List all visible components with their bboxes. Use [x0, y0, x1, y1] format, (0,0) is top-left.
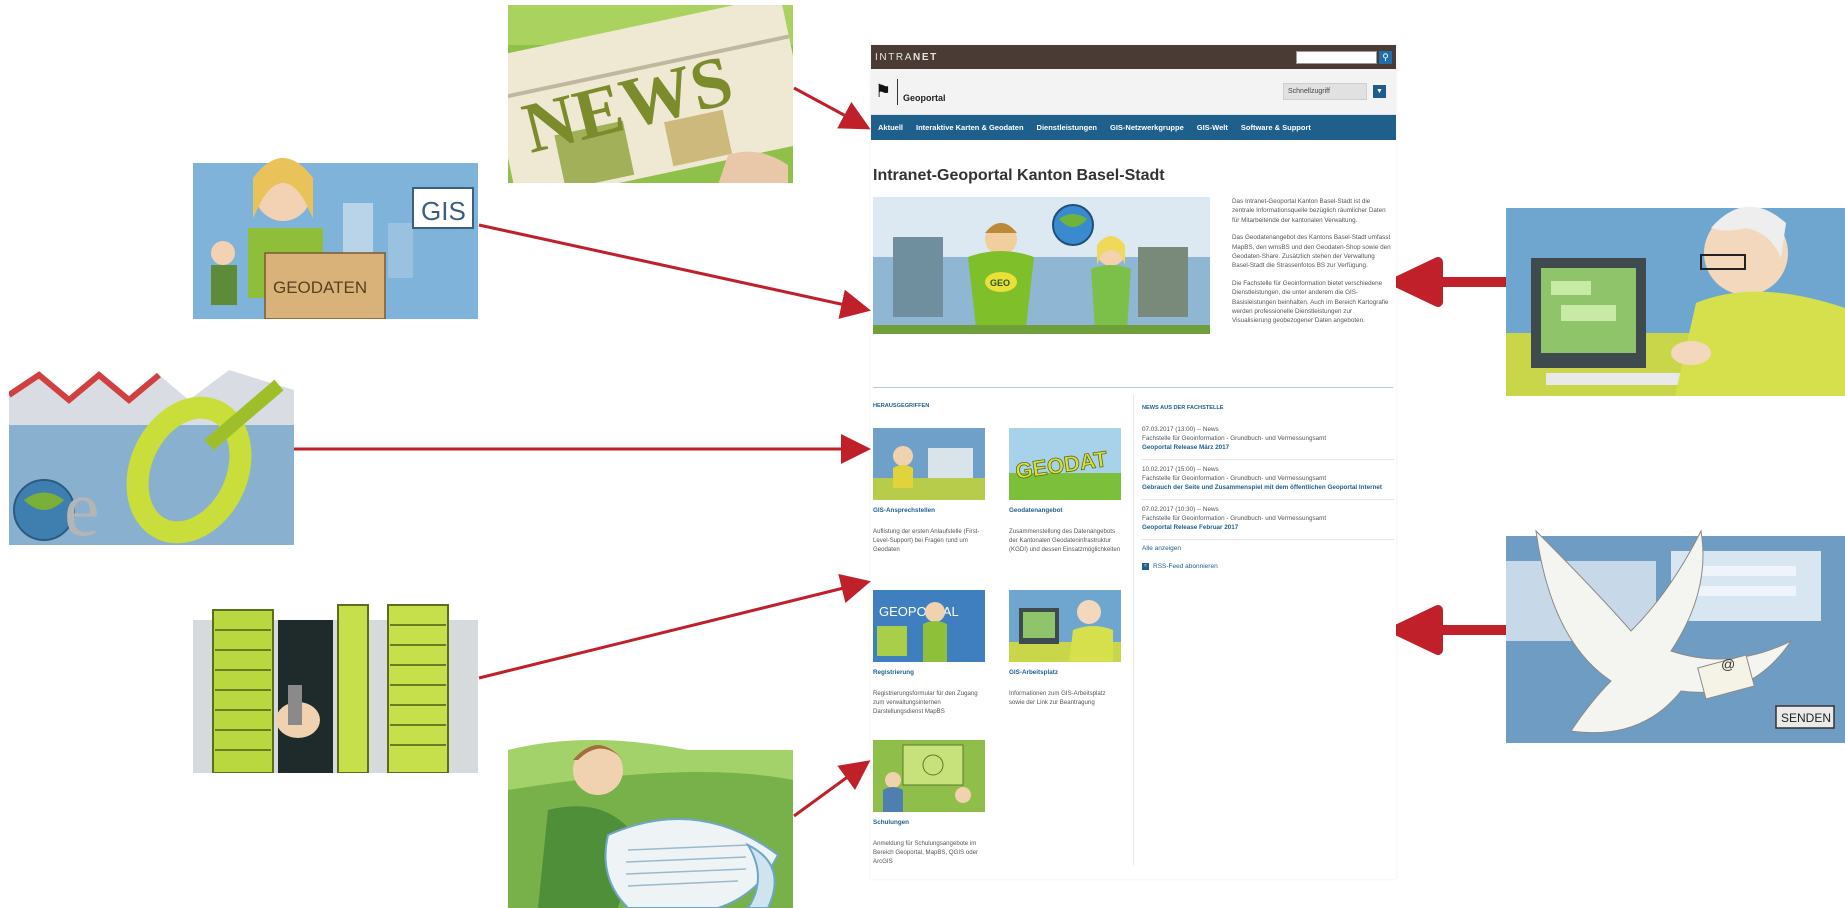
news-source: Fachstelle für Geoinformation - Grundbuc…: [1142, 515, 1327, 522]
news-source: Fachstelle für Geoinformation - Grundbuc…: [1142, 475, 1327, 482]
arrow-mail: [1391, 605, 1506, 655]
featured-heading: HERAUSGEGRIFFEN: [873, 403, 930, 409]
hero-badge-text: GEO: [990, 278, 1010, 288]
news-meta: 07.02.2017 (10:30) -- News: [1142, 506, 1219, 513]
hero-image: GEO: [873, 197, 1210, 334]
news-title-link[interactable]: Gebrauch der Seite und Zusammenspiel mit…: [1142, 483, 1394, 492]
card-title-schulungen[interactable]: Schulungen: [873, 819, 909, 826]
quick-access-select[interactable]: Schnellzugriff: [1283, 83, 1367, 100]
news-separator: [1142, 499, 1394, 500]
arrow-computer: [1391, 257, 1506, 307]
section-divider: [873, 387, 1393, 388]
card-desc-ansprechstellen: Auflistung der ersten Anlaufstelle (Firs…: [873, 528, 980, 553]
arrow-geodaten: [478, 223, 871, 319]
basel-staff-icon: ⚑: [875, 78, 898, 105]
news-source: Fachstelle für Geoinformation - Grundbuc…: [1142, 435, 1327, 442]
card-image-schulungen[interactable]: [873, 740, 985, 812]
card-image-arbeitsplatz[interactable]: [1009, 590, 1121, 662]
news-meta: 07.03.2017 (13:00) -- News: [1142, 426, 1219, 433]
nav-item-karten[interactable]: Interaktive Karten & Geodaten: [916, 123, 1024, 132]
site-logo[interactable]: ⚑ Geoportal: [875, 78, 946, 105]
card-image-ansprechstellen[interactable]: [873, 428, 985, 500]
intranet-brand[interactable]: INTRANET: [875, 52, 938, 63]
news-title-link[interactable]: Geoportal Release Februar 2017: [1142, 523, 1394, 532]
card-image-registrierung[interactable]: GEOPORTAL: [873, 590, 985, 662]
chevron-down-icon[interactable]: ▼: [1373, 85, 1386, 98]
show-all-link[interactable]: Alle anzeigen: [1142, 545, 1181, 552]
arrow-news: [793, 86, 871, 130]
quick-access[interactable]: Schnellzugriff ▼: [1283, 83, 1386, 100]
card-title-ansprechstellen[interactable]: GIS-Ansprechstellen: [873, 507, 935, 514]
nav-item-gis-welt[interactable]: GIS-Welt: [1197, 123, 1228, 132]
top-bar: INTRANET ⚲: [871, 45, 1396, 69]
card-desc-registrierung: Registrierungsformular für den Zugang zu…: [873, 690, 978, 715]
card-title-arbeitsplatz[interactable]: GIS-Arbeitsplatz: [1009, 669, 1058, 676]
page-title: Intranet-Geoportal Kanton Basel-Stadt: [873, 167, 1165, 184]
news-title-link[interactable]: Geoportal Release März 2017: [1142, 443, 1394, 452]
news-heading: NEWS AUS DER FACHSTELLE: [1142, 405, 1224, 411]
nav-item-aktuell[interactable]: Aktuell: [878, 123, 903, 132]
column-divider: [1133, 395, 1134, 865]
search-input[interactable]: [1296, 50, 1377, 64]
card-image-geodatenangebot[interactable]: GEODAT: [1009, 428, 1121, 500]
arrow-shutters: [478, 573, 871, 680]
nav-item-software[interactable]: Software & Support: [1241, 123, 1311, 132]
search-box: ⚲: [1296, 50, 1392, 64]
rss-label: RSS-Feed abonnieren: [1153, 563, 1218, 570]
intro-paragraph-3: Die Fachstelle für Geoinformation bietet…: [1232, 279, 1389, 325]
search-icon[interactable]: ⚲: [1379, 50, 1392, 64]
news-item: 07.03.2017 (13:00) -- News Fachstelle fü…: [1142, 425, 1394, 452]
arrow-scroll: [793, 760, 871, 818]
intro-paragraph-1: Das Intranet-Geoportal Kanton Basel-Stad…: [1232, 198, 1386, 224]
intranet-page: INTRANET ⚲ ⚑ Geoportal Schnellzugriff ▼ …: [871, 45, 1396, 879]
news-separator: [1142, 459, 1394, 460]
rss-icon: ≈: [1142, 563, 1149, 570]
news-item: 10.02.2017 (15:00) -- News Fachstelle fü…: [1142, 465, 1394, 492]
news-meta: 10.02.2017 (15:00) -- News: [1142, 466, 1219, 473]
card-desc-schulungen: Anmeldung für Schulungsangebote im Berei…: [873, 840, 978, 865]
card-title-registrierung[interactable]: Registrierung: [873, 669, 914, 676]
main-nav: Aktuell Interaktive Karten & Geodaten Di…: [871, 115, 1396, 140]
intro-text: Das Intranet-Geoportal Kanton Basel-Stad…: [1232, 197, 1392, 334]
geoportal-sign-text: GEOPORTAL: [879, 604, 959, 619]
rss-link[interactable]: ≈ RSS-Feed abonnieren: [1142, 563, 1218, 570]
site-header: ⚑ Geoportal Schnellzugriff ▼: [871, 69, 1396, 115]
intro-paragraph-2: Das Geodatenangebot des Kantons Basel-St…: [1232, 234, 1391, 270]
nav-item-netzwerkgruppe[interactable]: GIS-Netzwerkgruppe: [1110, 123, 1184, 132]
nav-item-dienstleistungen[interactable]: Dienstleistungen: [1037, 123, 1097, 132]
news-separator: [1142, 539, 1394, 540]
card-desc-arbeitsplatz: Informationen zum GIS-Arbeitsplatz sowie…: [1009, 690, 1106, 706]
card-title-geodatenangebot[interactable]: Geodatenangebot: [1009, 507, 1063, 514]
news-item: 07.02.2017 (10:30) -- News Fachstelle fü…: [1142, 505, 1394, 532]
card-desc-geodatenangebot: Zusammenstellung des Datenangebots der K…: [1009, 528, 1121, 553]
site-name: Geoportal: [903, 92, 946, 103]
